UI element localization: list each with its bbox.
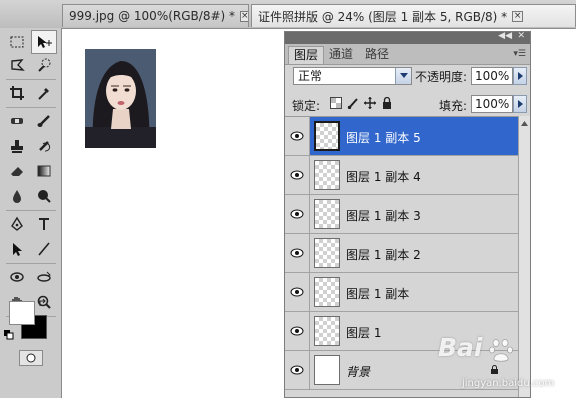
pen-icon[interactable] <box>4 212 30 236</box>
layer-name: 背景 <box>346 365 371 379</box>
layer-row[interactable]: 图层 1 副本 2 <box>285 234 518 273</box>
path-selection-icon[interactable] <box>4 237 30 261</box>
clone-stamp-icon[interactable] <box>4 134 30 158</box>
rectangular-marquee-icon[interactable] <box>4 30 30 54</box>
watermark-url: jingyan.baidu.com <box>462 378 555 389</box>
lock-position-icon[interactable] <box>364 97 376 109</box>
tab-999-jpg[interactable]: 999.jpg @ 100%(RGB/8#) * × <box>62 4 249 27</box>
layer-thumbnail <box>314 121 340 151</box>
layer-name: 图层 1 副本 4 <box>346 170 421 184</box>
layer-thumbnail <box>314 160 340 190</box>
layer-thumbnail <box>314 316 340 346</box>
close-icon[interactable]: × <box>240 10 248 22</box>
dodge-icon[interactable] <box>31 184 57 208</box>
layer-row[interactable]: 图层 1 副本 3 <box>285 195 518 234</box>
default-colors-icon[interactable] <box>4 330 14 340</box>
fill-input[interactable]: 100% <box>471 95 513 113</box>
eye-icon[interactable] <box>285 117 310 155</box>
move-icon[interactable] <box>31 30 57 54</box>
tab-paths[interactable]: 路径 <box>360 46 394 64</box>
line-icon[interactable] <box>31 237 57 261</box>
layer-row[interactable]: 图层 1 副本 <box>285 273 518 312</box>
type-icon[interactable] <box>31 212 57 236</box>
quick-selection-icon[interactable] <box>31 53 57 77</box>
rotate-3d-icon[interactable] <box>4 265 30 289</box>
layer-name: 图层 1 <box>346 326 382 340</box>
collapse-icon[interactable]: ◀◀ <box>498 32 512 41</box>
tab-label: 999.jpg @ 100%(RGB/8#) * <box>69 9 236 23</box>
crop-icon[interactable] <box>4 81 30 105</box>
opacity-input[interactable]: 100% <box>471 67 513 85</box>
layer-thumbnail <box>314 355 340 385</box>
opacity-label: 不透明度: <box>415 70 468 84</box>
panel-menu-icon[interactable]: ▾☰ <box>513 49 526 59</box>
foreground-color-swatch[interactable] <box>9 301 35 325</box>
quick-mask-icon[interactable] <box>19 350 43 366</box>
orbit-3d-icon[interactable] <box>31 265 57 289</box>
tool-separator <box>6 210 56 211</box>
eye-icon[interactable] <box>285 156 310 194</box>
lock-transparent-icon[interactable] <box>330 97 342 109</box>
panel-tabs: 图层 通道 路径 ▾☰ <box>285 44 530 65</box>
watermark-logo: Bai <box>438 333 483 362</box>
gradient-icon[interactable] <box>31 159 57 183</box>
layer-thumbnail <box>314 238 340 268</box>
layer-name: 图层 1 副本 3 <box>346 209 421 223</box>
paw-icon <box>489 339 513 362</box>
blend-mode-value: 正常 <box>298 69 323 83</box>
blur-icon[interactable] <box>4 184 30 208</box>
fill-arrow-icon[interactable] <box>513 95 527 113</box>
tab-layers[interactable]: 图层 <box>288 46 325 64</box>
brush-icon[interactable] <box>31 109 57 133</box>
eye-icon[interactable] <box>285 273 310 311</box>
lock-pixels-icon[interactable] <box>347 97 359 109</box>
lasso-icon[interactable] <box>4 53 30 77</box>
layer-thumbnail <box>314 199 340 229</box>
document-tab-bar: 999.jpg @ 100%(RGB/8#) * × 证件照拼版 @ 24% (… <box>0 0 576 29</box>
layer-row[interactable]: 图层 1 副本 5 <box>285 117 518 156</box>
lock-label: 锁定: <box>292 99 321 113</box>
close-icon[interactable]: ✕ <box>517 32 525 41</box>
eye-icon[interactable] <box>285 312 310 350</box>
scroll-up-icon[interactable] <box>519 116 530 130</box>
layer-name: 图层 1 副本 2 <box>346 248 421 262</box>
eye-icon[interactable] <box>285 234 310 272</box>
layer-name: 图层 1 副本 5 <box>346 131 421 145</box>
eyedropper-icon[interactable] <box>31 81 57 105</box>
opacity-arrow-icon[interactable] <box>513 67 527 85</box>
healing-brush-icon[interactable] <box>4 109 30 133</box>
tool-separator <box>6 79 56 80</box>
tab-channels[interactable]: 通道 <box>324 46 358 64</box>
layer-thumbnail <box>314 277 340 307</box>
tool-separator <box>6 263 56 264</box>
chevron-down-icon[interactable] <box>395 68 411 84</box>
eraser-icon[interactable] <box>4 159 30 183</box>
swap-colors-icon[interactable] <box>36 296 50 310</box>
eye-icon[interactable] <box>285 195 310 233</box>
fill-label: 填充: <box>439 99 468 113</box>
layer-row[interactable]: 图层 1 副本 4 <box>285 156 518 195</box>
layer-name: 图层 1 副本 <box>346 287 410 301</box>
tab-id-photo-layout[interactable]: 证件照拼版 @ 24% (图层 1 副本 5, RGB/8) * × <box>251 4 576 27</box>
portrait-photo <box>85 49 156 148</box>
history-brush-icon[interactable] <box>31 134 57 158</box>
eye-icon[interactable] <box>285 351 310 389</box>
blend-mode-select[interactable]: 正常 <box>293 67 412 85</box>
lock-all-icon[interactable] <box>381 97 393 109</box>
baidu-watermark: Bai jingyan.baidu.com <box>438 333 576 398</box>
tools-panel <box>0 28 62 398</box>
tab-label: 证件照拼版 @ 24% (图层 1 副本 5, RGB/8) * <box>258 9 508 24</box>
panel-title-bar[interactable]: ◀◀ ✕ <box>285 32 530 44</box>
tool-separator <box>6 107 56 108</box>
close-icon[interactable]: × <box>512 10 524 22</box>
